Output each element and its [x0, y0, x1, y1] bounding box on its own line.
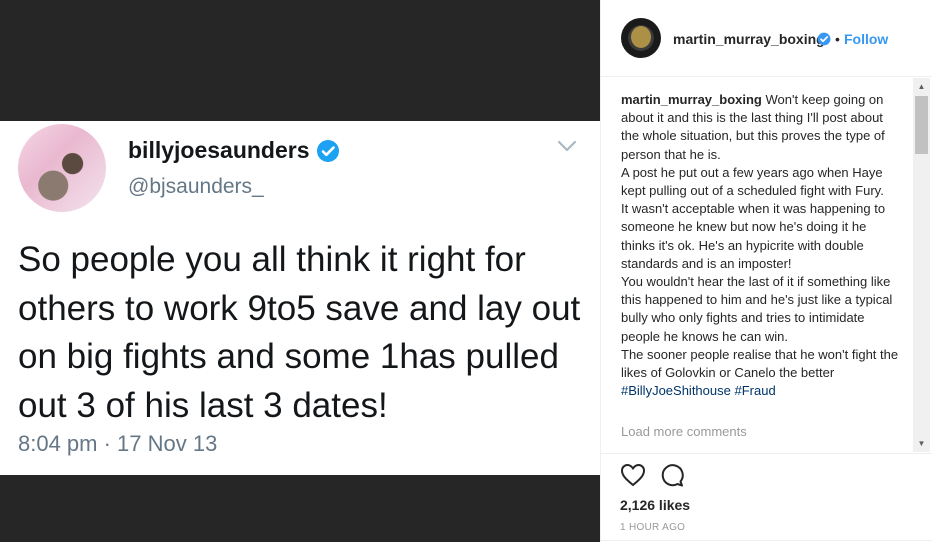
comment-icon[interactable]: [660, 463, 684, 487]
tweet-text: So people you all think it right for oth…: [18, 240, 581, 425]
post-header: martin_murray_boxing • Follow: [601, 0, 932, 77]
post-timestamp: 1 HOUR AGO: [620, 522, 686, 533]
caption: martin_murray_boxing Won't keep going on…: [621, 91, 903, 400]
scroll-up-icon[interactable]: ▲: [913, 78, 930, 95]
tweet-date: 8:04 pm · 17 Nov 13: [18, 431, 218, 456]
tweet-name-text: billyjoesaunders: [128, 137, 310, 163]
load-more-comments-link[interactable]: Load more comments: [621, 424, 747, 439]
header-username[interactable]: martin_murray_boxing: [673, 31, 825, 47]
separator-dot: •: [835, 31, 840, 47]
comments-panel: martin_murray_boxing • Follow martin_mur…: [600, 0, 932, 542]
chevron-down-icon: [557, 140, 577, 152]
tweet-handle: @bjsaunders_: [128, 175, 264, 198]
scrollbar[interactable]: ▲ ▼: [913, 78, 930, 452]
caption-username[interactable]: martin_murray_boxing: [621, 92, 762, 107]
heart-icon[interactable]: [620, 463, 646, 487]
divider: [600, 453, 932, 454]
divider: [600, 540, 932, 541]
caption-text: Won't keep going on about it and this is…: [621, 92, 899, 381]
verified-badge-icon: [316, 139, 339, 162]
follow-button[interactable]: Follow: [844, 31, 888, 47]
hashtag-link[interactable]: #Fraud: [734, 383, 775, 398]
tweet-display-name: billyjoesaunders: [128, 137, 340, 164]
scrollbar-thumb[interactable]: [915, 96, 928, 154]
verified-badge-icon: [817, 32, 831, 46]
likes-count[interactable]: 2,126 likes: [620, 497, 690, 513]
avatar[interactable]: [621, 18, 661, 58]
hashtag-link[interactable]: #BillyJoeShithouse: [621, 383, 731, 398]
scroll-down-icon[interactable]: ▼: [913, 435, 930, 452]
tweet-avatar: [18, 124, 106, 212]
